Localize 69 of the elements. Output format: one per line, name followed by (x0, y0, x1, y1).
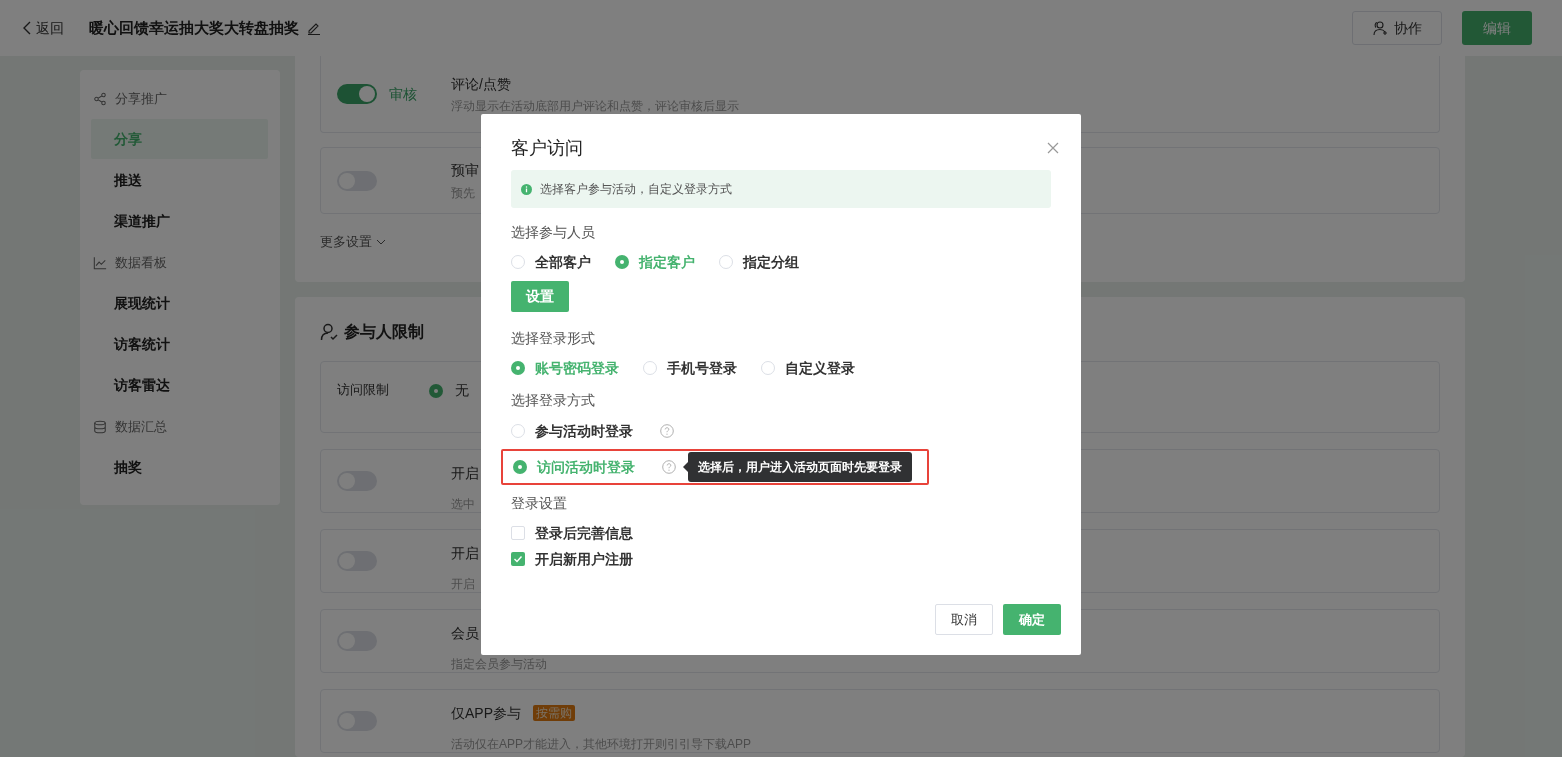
page-title: 暖心回馈幸运抽大奖大转盘抽奖 (89, 17, 299, 38)
sidebar-group-title: 数据看板 (115, 253, 167, 272)
radio-label[interactable]: 账号密码登录 (535, 357, 619, 379)
radio-label[interactable]: 访问活动时登录 (537, 456, 662, 478)
line-chart-icon (93, 255, 107, 270)
back-button[interactable]: 返回 (22, 17, 64, 39)
radio-button[interactable] (511, 255, 525, 269)
radio-label[interactable]: 指定分组 (743, 251, 799, 273)
setting-title: 预审 (451, 161, 479, 180)
status-text: 审核 (389, 84, 417, 104)
check-icon (513, 554, 523, 564)
sidebar-item[interactable]: 抽奖 (91, 447, 268, 487)
checkbox-label[interactable]: 登录后完善信息 (535, 522, 633, 544)
section-label: 选择登录形式 (511, 329, 596, 348)
edit-icon[interactable] (307, 21, 321, 35)
radio-button[interactable] (429, 383, 443, 398)
radio-button[interactable] (615, 255, 629, 269)
radio-button[interactable] (761, 361, 775, 375)
radio-button[interactable] (513, 460, 527, 474)
help-icon[interactable] (660, 424, 674, 438)
cancel-button[interactable]: 取消 (935, 604, 993, 635)
user-icon (320, 323, 338, 341)
tooltip: 选择后，用户进入活动页面时先要登录 (683, 452, 912, 482)
checkbox[interactable] (511, 552, 525, 566)
radio-label[interactable]: 手机号登录 (667, 357, 737, 379)
section-label: 登录设置 (511, 494, 568, 513)
radio-label[interactable]: 参与活动时登录 (535, 420, 660, 442)
sidebar-item[interactable]: 渠道推广 (91, 201, 268, 241)
radio-button[interactable] (643, 361, 657, 375)
more-settings-link[interactable]: 更多设置 (320, 232, 386, 252)
radio-label[interactable]: 自定义登录 (785, 357, 855, 379)
field-label: 访问限制 (337, 381, 390, 399)
chevron-down-icon (376, 238, 386, 245)
dialog-title: 客户访问 (511, 136, 583, 160)
set-button[interactable]: 设置 (511, 281, 569, 312)
sidebar-group-title: 分享推广 (115, 89, 167, 108)
section-title: 参与人限制 (344, 322, 424, 342)
setting-title: 仅APP参与 (451, 703, 521, 723)
confirm-button[interactable]: 确定 (1003, 604, 1061, 635)
close-icon[interactable] (1047, 142, 1059, 154)
collaborate-button[interactable]: 协作 (1352, 11, 1442, 45)
sidebar-item[interactable]: 访客统计 (91, 324, 268, 364)
radio-label[interactable]: 无 (455, 380, 469, 401)
radio-button[interactable] (511, 361, 525, 375)
checkbox-label[interactable]: 开启新用户注册 (535, 548, 633, 570)
radio-label[interactable]: 全部客户 (535, 251, 591, 273)
section-label: 选择参与人员 (511, 223, 596, 242)
share-icon (93, 91, 107, 106)
sidebar-item[interactable]: 访客雷达 (91, 365, 268, 405)
info-icon (521, 183, 532, 195)
section-label: 选择登录方式 (511, 391, 596, 410)
sidebar-item[interactable]: 展现统计 (91, 283, 268, 323)
sidebar-group-title: 数据汇总 (115, 417, 167, 436)
badge: 按需购 (533, 705, 575, 721)
setting-title: 会员 (451, 623, 479, 643)
radio-label[interactable]: 指定客户 (639, 251, 695, 273)
setting-title: 开启 (451, 543, 479, 563)
notice-text: 选择客户参与活动，自定义登录方式 (540, 181, 732, 198)
toggle-switch[interactable] (337, 84, 377, 104)
sidebar-item[interactable]: 推送 (91, 160, 268, 200)
checkbox[interactable] (511, 526, 525, 540)
database-icon (93, 419, 107, 434)
help-icon[interactable] (662, 460, 676, 474)
radio-button[interactable] (511, 424, 525, 438)
radio-button[interactable] (719, 255, 733, 269)
users-icon (1372, 20, 1388, 36)
setting-title: 评论/点赞 (451, 74, 511, 94)
setting-title: 开启 (451, 463, 479, 483)
chevron-left-icon (22, 21, 32, 35)
